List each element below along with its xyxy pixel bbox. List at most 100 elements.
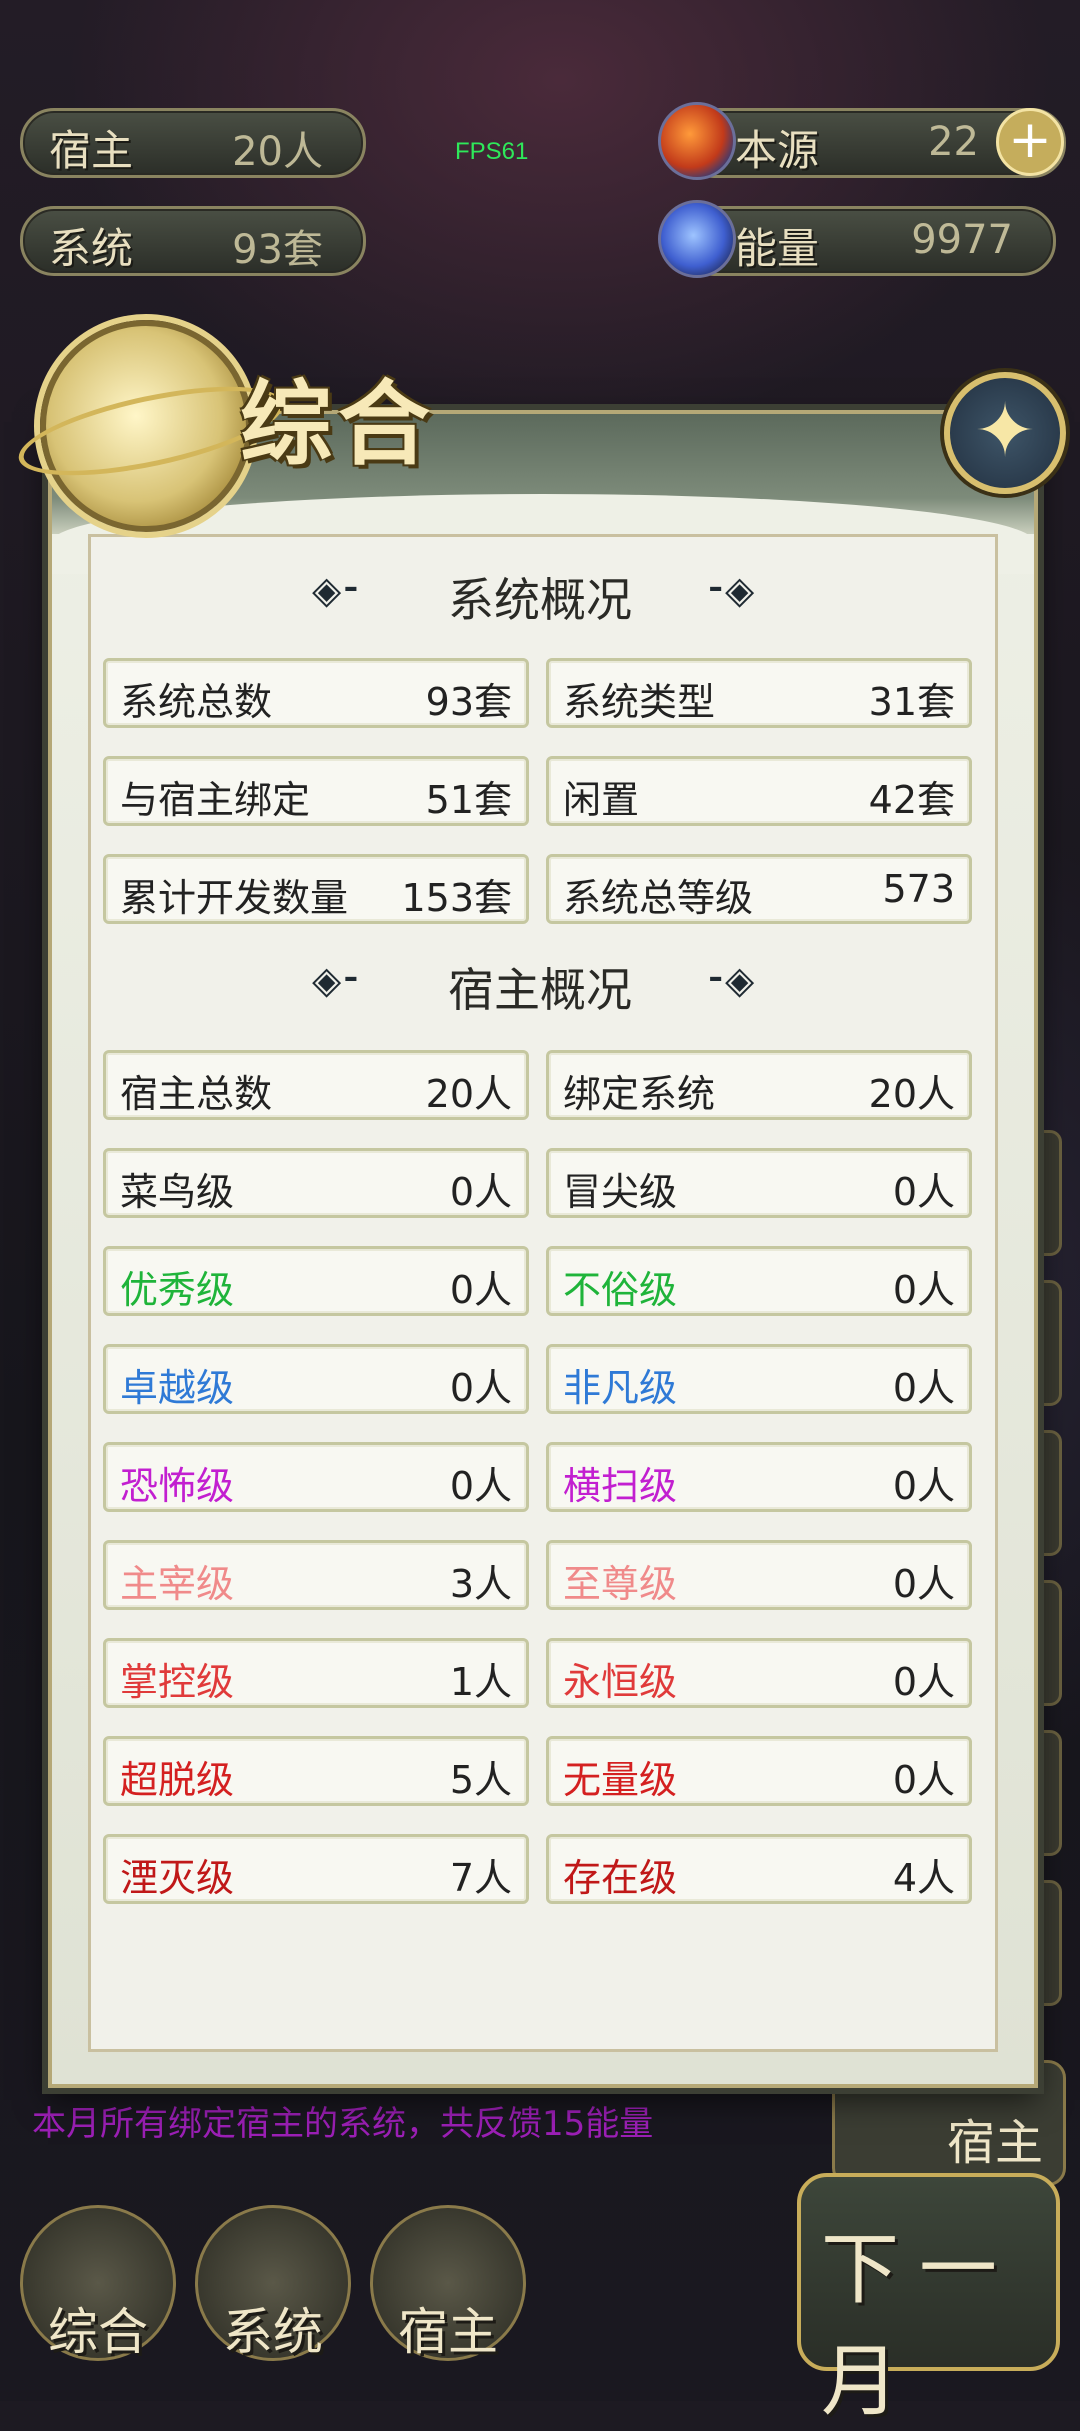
host-stat-label: 无量级 — [563, 1758, 678, 1802]
energy-ticker: 本月所有绑定宿主的系统，共反馈15能量 — [32, 2104, 654, 2144]
host-stat-value: 20人 — [425, 1072, 512, 1116]
host-stat-label: 恐怖级 — [120, 1464, 235, 1508]
host-count-pill: 宿主 20人 — [20, 108, 366, 178]
host-stat-label: 绑定系统 — [563, 1072, 716, 1116]
system-stat-cell: 累计开发数量 153套 — [103, 854, 529, 924]
nav-system-label: 系统 — [223, 2303, 323, 2361]
next-month-label: 下一月 — [821, 2225, 1018, 2427]
host-stat-value: 0人 — [449, 1366, 512, 1410]
host-stat-label: 主宰级 — [120, 1562, 235, 1606]
system-overview-title: 系统概况 — [448, 573, 632, 627]
host-stat-label: 湮灭级 — [120, 1856, 235, 1900]
host-stat-cell: 主宰级 3人 — [103, 1540, 529, 1610]
system-stat-value: 573 — [882, 867, 955, 911]
system-stat-label: 与宿主绑定 — [120, 778, 311, 822]
system-label: 系统 — [49, 224, 134, 273]
nav-overview-button[interactable]: 综合 — [20, 2205, 176, 2361]
find-host-label: 宿主 — [946, 2115, 1043, 2171]
close-icon: ✦ — [973, 388, 1036, 474]
host-stat-label: 宿主总数 — [120, 1072, 273, 1116]
system-stat-label: 累计开发数量 — [120, 876, 349, 920]
host-stat-cell: 宿主总数 20人 — [103, 1050, 529, 1120]
host-stat-value: 0人 — [892, 1268, 955, 1312]
system-stat-value: 153套 — [401, 876, 512, 920]
system-stat-value: 31套 — [868, 680, 955, 724]
host-stat-label: 至尊级 — [563, 1562, 678, 1606]
energy-orb-icon — [658, 200, 736, 278]
host-stat-value: 1人 — [449, 1660, 512, 1704]
host-stat-cell: 永恒级 0人 — [546, 1638, 972, 1708]
host-stat-cell: 无量级 0人 — [546, 1736, 972, 1806]
system-stat-value: 93套 — [425, 680, 512, 724]
host-stat-label: 不俗级 — [563, 1268, 678, 1312]
add-source-button[interactable]: + — [996, 108, 1064, 176]
system-stat-cell: 系统总等级 573 — [546, 854, 972, 924]
system-stat-cell: 与宿主绑定 51套 — [103, 756, 529, 826]
host-stat-value: 0人 — [449, 1268, 512, 1312]
host-stat-value: 4人 — [892, 1856, 955, 1900]
host-stat-value: 0人 — [892, 1758, 955, 1802]
host-label: 宿主 — [49, 126, 134, 175]
system-value: 93套 — [232, 227, 323, 273]
system-stat-value: 51套 — [425, 778, 512, 822]
host-stat-label: 冒尖级 — [563, 1170, 678, 1214]
nav-system-button[interactable]: 系统 — [195, 2205, 351, 2361]
planet-emblem-icon — [40, 320, 252, 532]
nav-host-button[interactable]: 宿主 — [370, 2205, 526, 2361]
energy-pill: 能量 9977 — [680, 206, 1056, 276]
host-stat-cell: 菜鸟级 0人 — [103, 1148, 529, 1218]
host-stat-cell: 非凡级 0人 — [546, 1344, 972, 1414]
host-stat-label: 卓越级 — [120, 1366, 235, 1410]
host-stat-cell: 冒尖级 0人 — [546, 1148, 972, 1218]
host-stat-value: 0人 — [449, 1170, 512, 1214]
host-stat-value: 0人 — [892, 1170, 955, 1214]
source-label: 本源 — [735, 126, 820, 175]
host-stat-value: 0人 — [892, 1366, 955, 1410]
host-stat-cell: 绑定系统 20人 — [546, 1050, 972, 1120]
host-stat-value: 0人 — [892, 1660, 955, 1704]
system-count-pill: 系统 93套 — [20, 206, 366, 276]
host-stat-cell: 至尊级 0人 — [546, 1540, 972, 1610]
host-value: 20人 — [232, 129, 323, 175]
host-stat-cell: 湮灭级 7人 — [103, 1834, 529, 1904]
host-stat-label: 永恒级 — [563, 1660, 678, 1704]
host-stat-cell: 超脱级 5人 — [103, 1736, 529, 1806]
host-stat-cell: 掌控级 1人 — [103, 1638, 529, 1708]
system-stat-label: 闲置 — [563, 778, 640, 822]
next-month-button[interactable]: 下一月 — [797, 2173, 1060, 2427]
host-stat-cell: 不俗级 0人 — [546, 1246, 972, 1316]
energy-label: 能量 — [735, 224, 820, 273]
host-stat-value: 3人 — [449, 1562, 512, 1606]
nav-overview-label: 综合 — [48, 2303, 148, 2361]
host-stat-value: 0人 — [449, 1464, 512, 1508]
host-stat-value: 7人 — [449, 1856, 512, 1900]
host-stat-value: 0人 — [892, 1562, 955, 1606]
host-stat-cell: 优秀级 0人 — [103, 1246, 529, 1316]
system-stat-label: 系统总数 — [120, 680, 273, 724]
host-stat-cell: 恐怖级 0人 — [103, 1442, 529, 1512]
system-stat-label: 系统类型 — [563, 680, 716, 724]
system-stat-value: 42套 — [868, 778, 955, 822]
modal-title: 综合 — [240, 370, 437, 478]
host-overview-title: 宿主概况 — [448, 963, 632, 1017]
nav-host-label: 宿主 — [398, 2303, 498, 2361]
source-value: 22 — [928, 119, 979, 165]
host-stat-value: 0人 — [892, 1464, 955, 1508]
system-stat-cell: 系统类型 31套 — [546, 658, 972, 728]
host-stat-label: 非凡级 — [563, 1366, 678, 1410]
host-stat-label: 超脱级 — [120, 1758, 235, 1802]
host-stat-label: 优秀级 — [120, 1268, 235, 1312]
energy-value: 9977 — [911, 217, 1013, 263]
host-stat-value: 5人 — [449, 1758, 512, 1802]
fps-counter: FPS61 — [455, 138, 529, 165]
host-stat-cell: 横扫级 0人 — [546, 1442, 972, 1512]
system-stat-cell: 系统总数 93套 — [103, 658, 529, 728]
host-stat-label: 菜鸟级 — [120, 1170, 235, 1214]
host-stat-label: 存在级 — [563, 1856, 678, 1900]
source-orb-icon — [658, 102, 736, 180]
host-stat-label: 横扫级 — [563, 1464, 678, 1508]
system-stat-cell: 闲置 42套 — [546, 756, 972, 826]
system-stat-label: 系统总等级 — [563, 876, 754, 920]
close-button[interactable]: ✦ — [944, 372, 1066, 494]
host-stat-value: 20人 — [868, 1072, 955, 1116]
